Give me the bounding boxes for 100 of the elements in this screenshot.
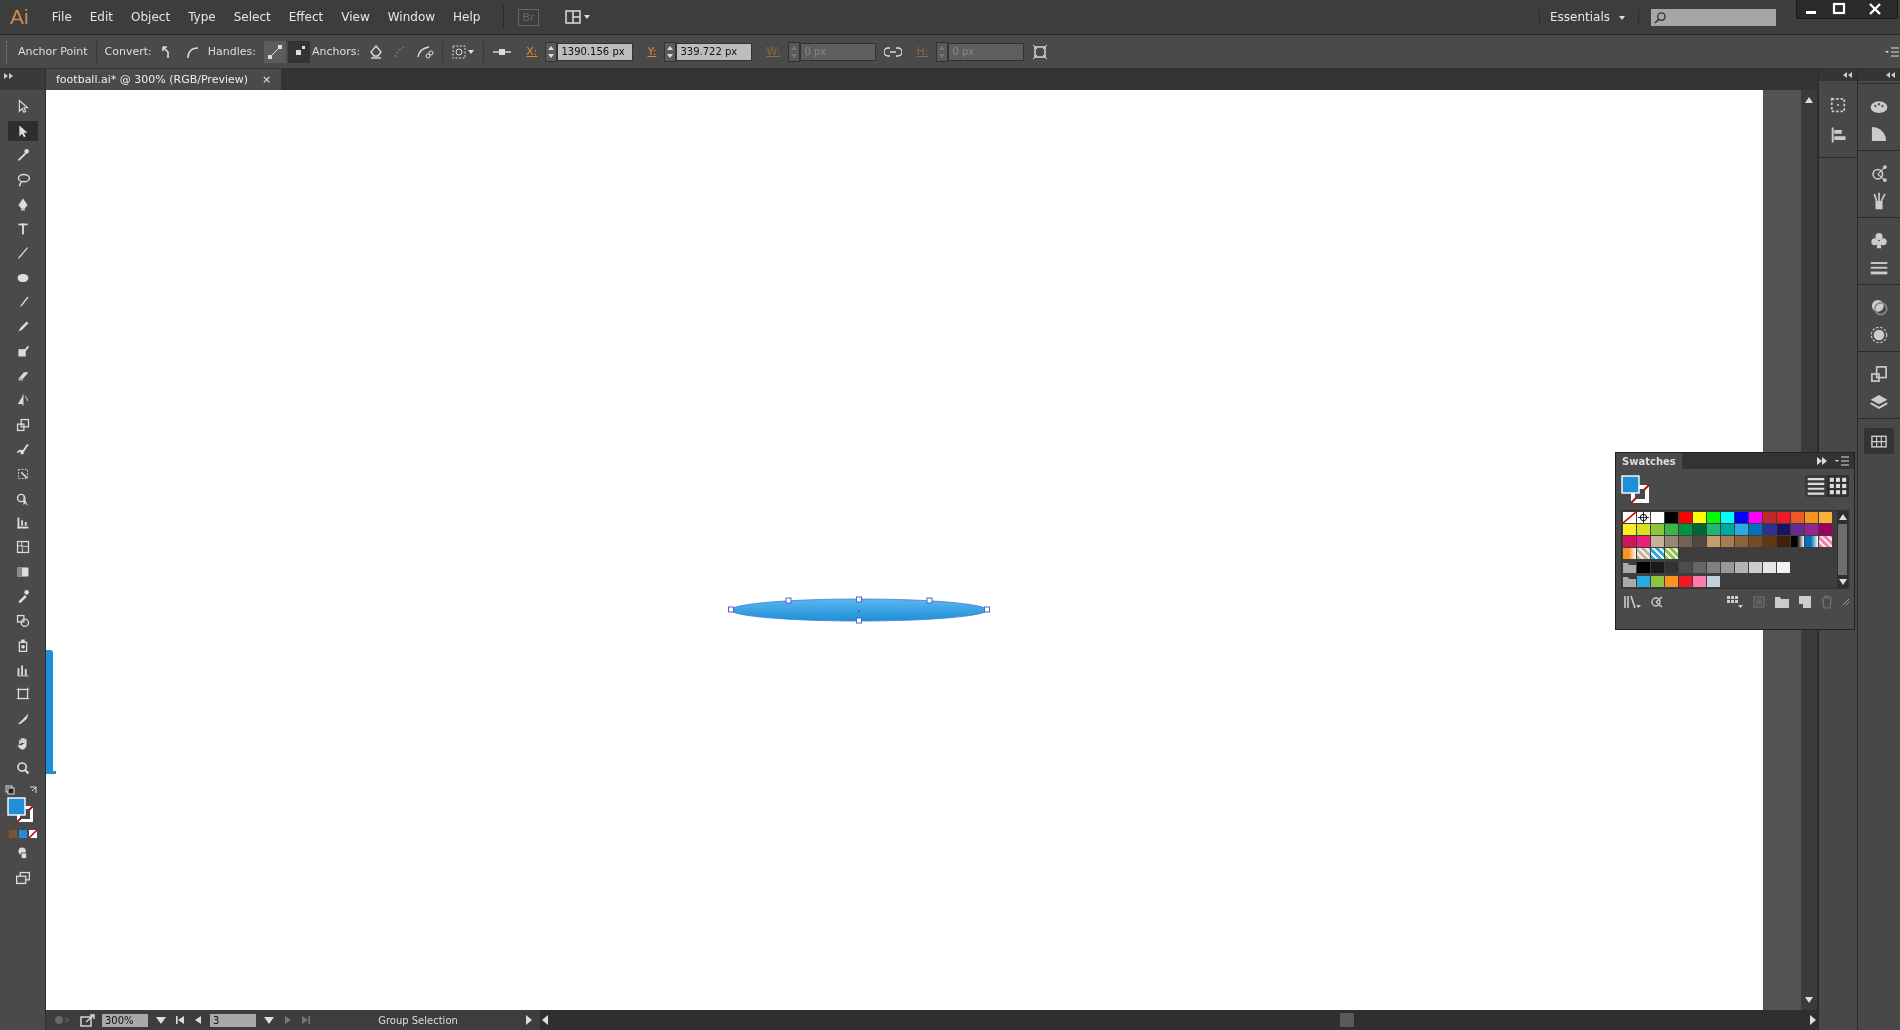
pattern-swatch[interactable] bbox=[1651, 548, 1664, 559]
scroll-up-icon[interactable] bbox=[1804, 96, 1814, 104]
color-swatch[interactable] bbox=[1707, 562, 1720, 573]
color-swatch[interactable] bbox=[1721, 512, 1734, 523]
collapse-dock-icon[interactable] bbox=[1843, 72, 1853, 78]
color-swatch[interactable] bbox=[1693, 576, 1706, 587]
swatch-options-icon[interactable] bbox=[1752, 595, 1766, 609]
color-swatch[interactable] bbox=[1735, 524, 1748, 535]
color-swatch[interactable] bbox=[1665, 536, 1678, 547]
color-swatch[interactable] bbox=[1763, 512, 1776, 523]
coordinate-field[interactable]: 339.722 px bbox=[676, 42, 753, 61]
panel-tab[interactable]: Swatches bbox=[1616, 453, 1682, 469]
search-field[interactable] bbox=[1651, 8, 1776, 26]
color-swatch[interactable] bbox=[1637, 576, 1650, 587]
last-artboard-icon[interactable] bbox=[300, 1014, 312, 1026]
scroll-down-icon[interactable] bbox=[1837, 578, 1848, 586]
horizontal-scrollbar[interactable] bbox=[540, 1010, 1818, 1030]
color-swatch[interactable] bbox=[1693, 562, 1706, 573]
folder-icon[interactable] bbox=[1623, 562, 1636, 573]
color-swatch[interactable] bbox=[1679, 576, 1692, 587]
collapse-panel-icon[interactable] bbox=[1816, 456, 1828, 466]
new-group-folder-icon[interactable] bbox=[1774, 595, 1790, 609]
color-swatch[interactable] bbox=[1735, 512, 1748, 523]
color-swatch[interactable] bbox=[1749, 512, 1762, 523]
color-swatch[interactable] bbox=[1693, 524, 1706, 535]
fill-stroke-swatch[interactable] bbox=[1621, 475, 1651, 505]
color-swatch[interactable] bbox=[1665, 576, 1678, 587]
color-swatch[interactable] bbox=[1679, 524, 1692, 535]
share-icon[interactable] bbox=[80, 1013, 96, 1027]
scroll-thumb[interactable] bbox=[1340, 1013, 1354, 1027]
pattern-swatch[interactable] bbox=[1665, 548, 1678, 559]
color-swatch[interactable] bbox=[1651, 524, 1664, 535]
color-swatch[interactable] bbox=[1763, 524, 1776, 535]
menu-item[interactable]: View bbox=[332, 10, 379, 24]
swatch-grid-icon[interactable] bbox=[1864, 428, 1894, 454]
menu-item[interactable]: Window bbox=[378, 10, 445, 24]
folder-icon[interactable] bbox=[1623, 576, 1636, 587]
color-swatch[interactable] bbox=[1819, 512, 1832, 523]
color-swatch[interactable] bbox=[1707, 524, 1720, 535]
color-swatch[interactable] bbox=[1791, 512, 1804, 523]
reference-point-icon[interactable] bbox=[492, 46, 513, 57]
pattern-swatch[interactable] bbox=[1637, 548, 1650, 559]
transform-icon[interactable] bbox=[1032, 43, 1049, 60]
scroll-down-icon[interactable] bbox=[1804, 996, 1814, 1004]
color-swatch[interactable] bbox=[1791, 524, 1804, 535]
color-swatch[interactable] bbox=[1749, 536, 1762, 547]
color-swatch[interactable] bbox=[1651, 562, 1664, 573]
cut-path-icon[interactable] bbox=[416, 43, 435, 60]
tab-close-button[interactable]: × bbox=[262, 73, 272, 86]
color-swatch[interactable] bbox=[1637, 524, 1650, 535]
menu-item[interactable]: Type bbox=[179, 10, 225, 24]
color-swatch[interactable] bbox=[1679, 536, 1692, 547]
menu-item[interactable]: File bbox=[42, 10, 81, 24]
artboard-field[interactable]: 3 bbox=[210, 1013, 256, 1027]
scroll-up-icon[interactable] bbox=[1837, 513, 1848, 521]
none-swatch[interactable] bbox=[1623, 512, 1636, 523]
color-swatch[interactable] bbox=[1777, 536, 1790, 547]
color-swatch[interactable] bbox=[1651, 536, 1664, 547]
scroll-thumb[interactable] bbox=[1838, 524, 1847, 575]
grid-view-icon[interactable] bbox=[1827, 475, 1849, 497]
color-swatch[interactable] bbox=[1777, 562, 1790, 573]
color-swatch[interactable] bbox=[1805, 524, 1818, 535]
menu-item[interactable]: Select bbox=[224, 10, 280, 24]
artboards-icon[interactable] bbox=[1828, 95, 1848, 115]
gradient-swatch[interactable] bbox=[1623, 548, 1636, 559]
color-swatch[interactable] bbox=[1623, 536, 1636, 547]
color-swatch[interactable] bbox=[1721, 562, 1734, 573]
document-tab[interactable]: football.ai* @ 300% (RGB/Preview) × bbox=[46, 69, 282, 90]
color-swatch[interactable] bbox=[1735, 536, 1748, 547]
pattern-swatch[interactable] bbox=[1819, 536, 1832, 547]
first-artboard-icon[interactable] bbox=[174, 1014, 186, 1026]
color-swatch[interactable] bbox=[1679, 562, 1692, 573]
swatch-kind-icon[interactable] bbox=[1650, 595, 1664, 609]
coordinate-field[interactable]: 1390.156 px bbox=[557, 42, 634, 61]
stepper-icon[interactable] bbox=[545, 41, 558, 62]
expand-panel-icon[interactable] bbox=[4, 73, 14, 79]
color-swatch[interactable] bbox=[1777, 524, 1790, 535]
color-swatch[interactable] bbox=[1651, 512, 1664, 523]
color-swatch[interactable] bbox=[1637, 562, 1650, 573]
dropdown-icon[interactable] bbox=[262, 1014, 276, 1026]
workspace-switcher[interactable]: Essentials bbox=[1538, 10, 1639, 24]
registration-swatch[interactable] bbox=[1637, 512, 1650, 523]
swatch-libraries-icon[interactable] bbox=[1624, 595, 1642, 609]
color-swatch[interactable] bbox=[1763, 536, 1776, 547]
collapse-dock-icon[interactable] bbox=[1886, 72, 1896, 78]
color-swatch[interactable] bbox=[1721, 536, 1734, 547]
panel-menu-icon[interactable] bbox=[1884, 45, 1900, 58]
color-swatch[interactable] bbox=[1707, 576, 1720, 587]
zoom-field[interactable]: 300% bbox=[102, 1013, 148, 1027]
new-swatch-icon[interactable] bbox=[1798, 595, 1812, 609]
dropdown-icon[interactable] bbox=[154, 1014, 168, 1026]
menu-item[interactable]: Effect bbox=[279, 10, 333, 24]
color-swatch[interactable] bbox=[1819, 524, 1832, 535]
color-swatch[interactable] bbox=[1805, 512, 1818, 523]
color-swatch[interactable] bbox=[1679, 512, 1692, 523]
panel-menu-icon[interactable] bbox=[1834, 455, 1850, 467]
gradient-swatch[interactable] bbox=[1791, 536, 1804, 547]
color-swatch[interactable] bbox=[1721, 524, 1734, 535]
color-swatch[interactable] bbox=[1665, 562, 1678, 573]
arrange-documents-icon[interactable] bbox=[564, 10, 591, 24]
